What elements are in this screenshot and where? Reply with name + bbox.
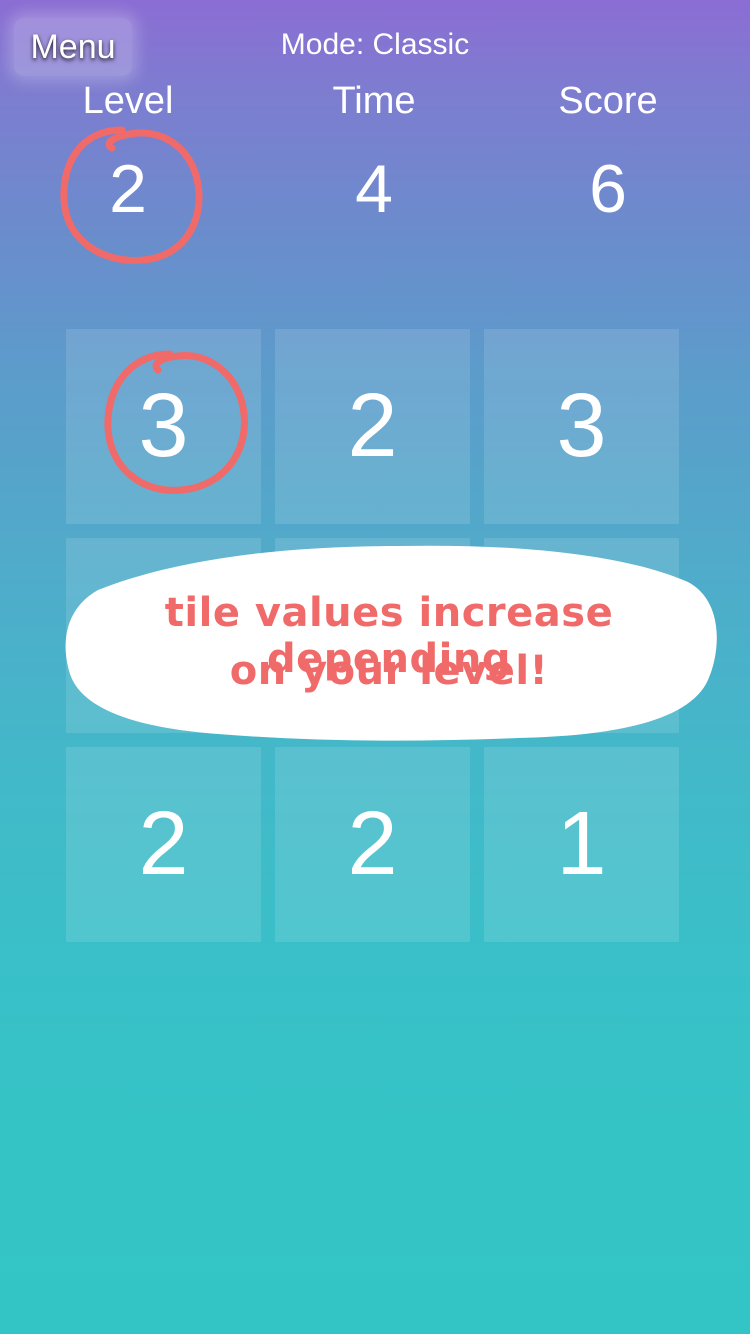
callout-text-line-2: on your level! [229, 648, 549, 694]
level-value: 2 [109, 151, 147, 227]
tile[interactable]: 3 [484, 329, 679, 524]
tile[interactable]: 2 [66, 747, 261, 942]
level-label: Level [82, 80, 174, 122]
time-value: 4 [355, 151, 393, 227]
tile[interactable]: 2 [275, 747, 470, 942]
tip-callout: tile values increase depending on your l… [58, 538, 720, 744]
time-label: Time [332, 80, 416, 122]
tile[interactable]: 3 [66, 329, 261, 524]
score-value: 6 [589, 151, 627, 227]
tile[interactable]: 2 [275, 329, 470, 524]
tile[interactable]: 1 [484, 747, 679, 942]
mode-label: Mode: Classic [280, 28, 470, 61]
score-label: Score [558, 80, 658, 122]
